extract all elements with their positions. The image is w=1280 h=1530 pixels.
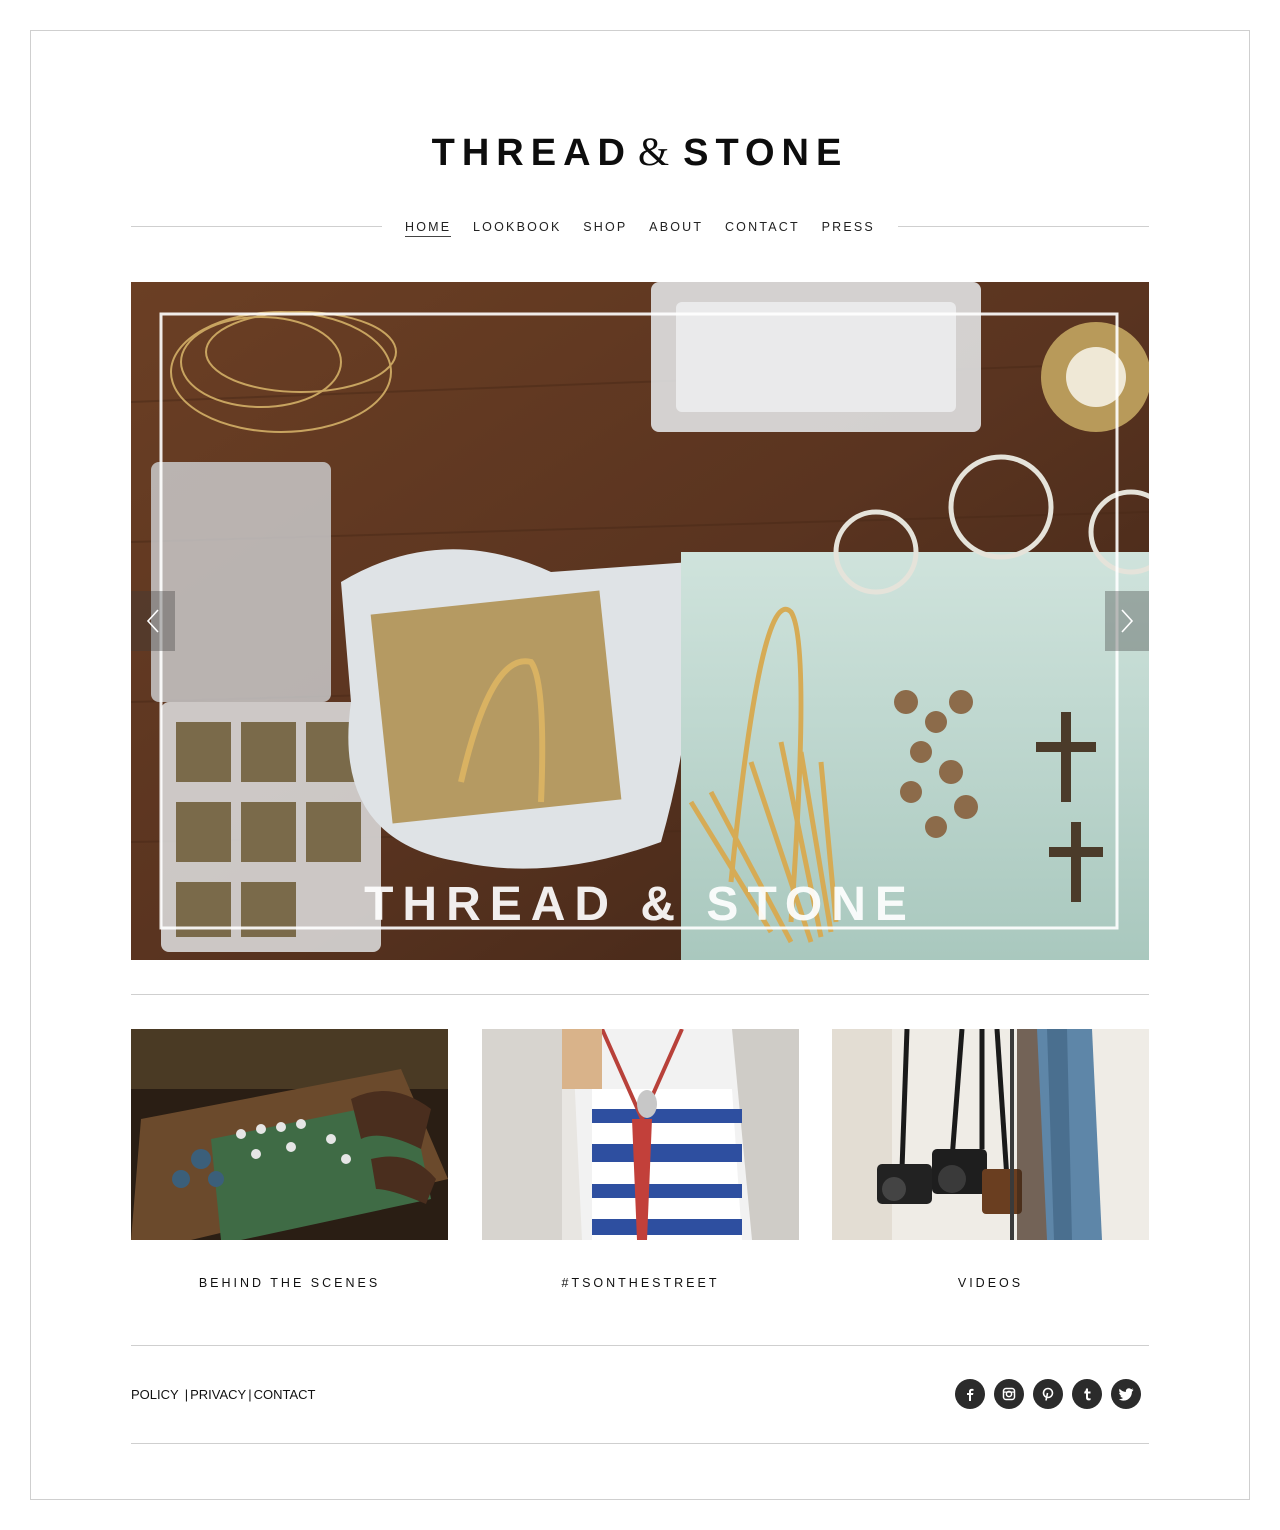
section-divider bbox=[131, 994, 1149, 995]
logo-word-left: THREAD bbox=[431, 132, 632, 174]
site-logo[interactable]: THREAD & STONE bbox=[0, 130, 1280, 175]
footer-divider-bottom bbox=[131, 1443, 1149, 1444]
footer-link-contact[interactable]: CONTACT bbox=[254, 1387, 316, 1402]
nav-item-shop[interactable]: SHOP bbox=[583, 220, 627, 237]
slideshow-next-button[interactable] bbox=[1105, 591, 1149, 651]
facebook-icon[interactable] bbox=[955, 1379, 985, 1409]
chevron-left-icon bbox=[146, 609, 159, 633]
footer-separator: | bbox=[184, 1387, 189, 1402]
nav-divider-left bbox=[131, 226, 382, 227]
feature-tile-tsonthestreet[interactable] bbox=[482, 1029, 799, 1240]
footer-links: POLICY | PRIVACY | CONTACT bbox=[131, 1387, 315, 1402]
model-with-necklace-photo bbox=[482, 1029, 799, 1240]
instagram-icon[interactable] bbox=[994, 1379, 1024, 1409]
footer-link-privacy[interactable]: PRIVACY bbox=[190, 1387, 246, 1402]
nav-item-about[interactable]: ABOUT bbox=[649, 220, 703, 237]
footer-divider-top bbox=[131, 1345, 1149, 1346]
chevron-right-icon bbox=[1121, 609, 1134, 633]
nav-divider-right bbox=[898, 226, 1149, 227]
tumblr-icon[interactable] bbox=[1072, 1379, 1102, 1409]
feature-tile-behind-the-scenes[interactable] bbox=[131, 1029, 448, 1240]
twitter-icon[interactable] bbox=[1111, 1379, 1141, 1409]
nav-item-lookbook[interactable]: LOOKBOOK bbox=[473, 220, 561, 237]
logo-word-right: STONE bbox=[683, 132, 849, 174]
footer-link-policy[interactable]: POLICY bbox=[131, 1387, 179, 1402]
nav-item-home[interactable]: HOME bbox=[405, 220, 452, 237]
hands-arranging-jewelry-photo bbox=[131, 1029, 448, 1240]
hero-overlay-wordmark: THREAD & STONE bbox=[364, 878, 916, 931]
feature-label-tsonthestreet[interactable]: #TSONTHESTREET bbox=[482, 1276, 799, 1290]
feature-tile-videos[interactable] bbox=[832, 1029, 1149, 1240]
footer-separator: | bbox=[248, 1387, 252, 1402]
nav-item-press[interactable]: PRESS bbox=[822, 220, 875, 237]
main-nav: HOME LOOKBOOK SHOP ABOUT CONTACT PRESS bbox=[394, 220, 886, 237]
hero-image bbox=[131, 282, 1149, 960]
nav-item-contact[interactable]: CONTACT bbox=[725, 220, 800, 237]
feature-label-videos[interactable]: VIDEOS bbox=[832, 1276, 1149, 1290]
logo-ampersand: & bbox=[637, 129, 670, 174]
hero-slideshow[interactable]: THREAD & STONE bbox=[131, 282, 1149, 960]
slideshow-prev-button[interactable] bbox=[131, 591, 175, 651]
hanging-cameras-photo bbox=[832, 1029, 1149, 1240]
hero-overlay-label: THREAD & STONE bbox=[364, 878, 916, 931]
feature-label-behind-the-scenes[interactable]: BEHIND THE SCENES bbox=[131, 1276, 448, 1290]
social-links bbox=[955, 1379, 1141, 1409]
pinterest-icon[interactable] bbox=[1033, 1379, 1063, 1409]
